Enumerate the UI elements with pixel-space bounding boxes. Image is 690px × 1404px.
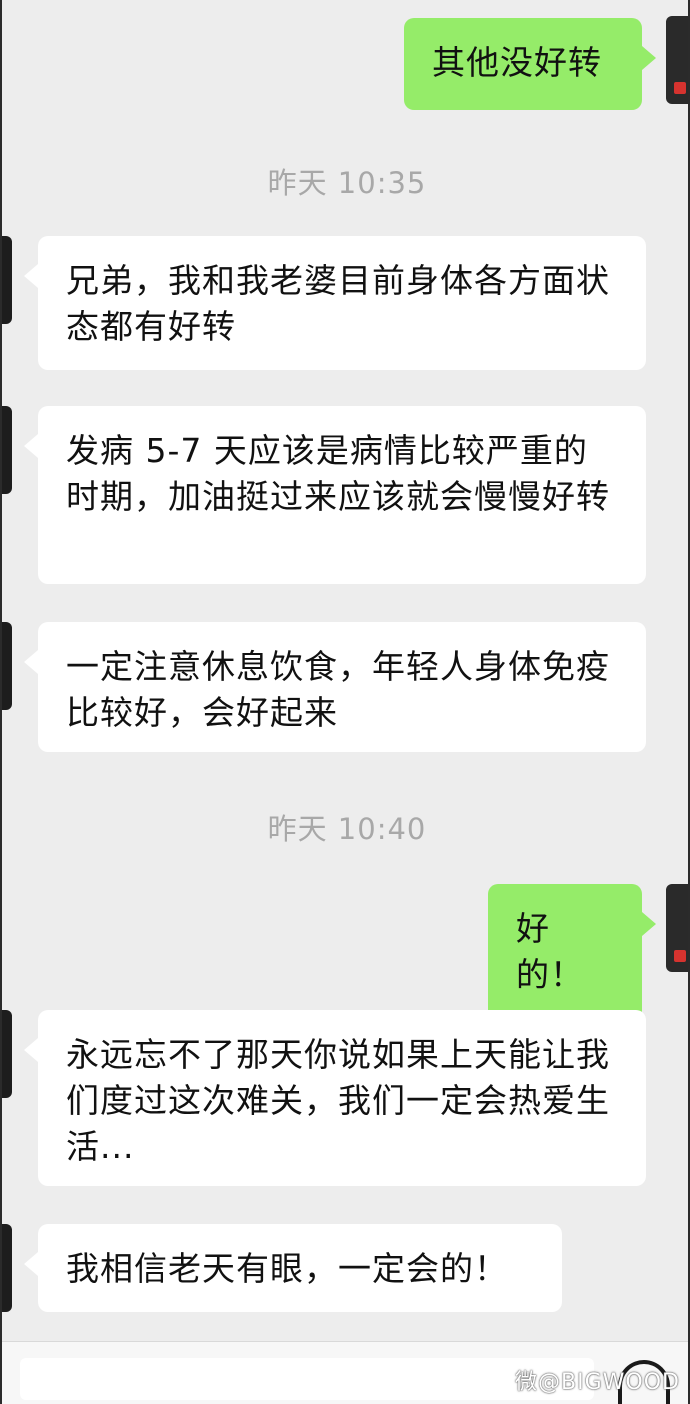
- message-bubble-outgoing[interactable]: 其他没好转: [404, 18, 656, 110]
- timestamp: 昨天 10:40: [267, 812, 427, 846]
- message-text: 好的！: [516, 909, 584, 994]
- message-text: 其他没好转: [432, 43, 602, 82]
- message-input[interactable]: [20, 1358, 594, 1400]
- message-bubble-outgoing[interactable]: 好的！: [488, 884, 656, 1022]
- contact-avatar[interactable]: [2, 1224, 12, 1312]
- watermark: 微@BIGWOOD: [515, 1370, 680, 1395]
- message-bubble-incoming[interactable]: 永远忘不了那天你说如果上天能让我们度过这次难关，我们一定会热爱生活...: [24, 1010, 646, 1186]
- message-bubble-incoming[interactable]: 一定注意休息饮食，年轻人身体免疫比较好，会好起来: [24, 622, 646, 752]
- message-bubble-incoming[interactable]: 发病 5-7 天应该是病情比较严重的时期，加油挺过来应该就会慢慢好转: [24, 406, 646, 584]
- contact-avatar[interactable]: [2, 406, 12, 494]
- my-avatar[interactable]: [666, 884, 688, 972]
- message-text: 兄弟，我和我老婆目前身体各方面状态都有好转: [66, 261, 610, 346]
- contact-avatar[interactable]: [2, 1010, 12, 1098]
- contact-avatar[interactable]: [2, 622, 12, 710]
- message-text: 我相信老天有眼，一定会的！: [66, 1249, 508, 1288]
- contact-avatar[interactable]: [2, 236, 12, 324]
- message-bubble-incoming[interactable]: 兄弟，我和我老婆目前身体各方面状态都有好转: [24, 236, 646, 370]
- chat-window: 其他没好转 昨天 10:35 兄弟，我和我老婆目前身体各方面状态都有好转 发病 …: [0, 0, 690, 1404]
- timestamp: 昨天 10:35: [267, 166, 427, 200]
- message-text: 一定注意休息饮食，年轻人身体免疫比较好，会好起来: [66, 647, 610, 732]
- message-bubble-incoming[interactable]: 我相信老天有眼，一定会的！: [24, 1224, 562, 1312]
- message-text: 发病 5-7 天应该是病情比较严重的时期，加油挺过来应该就会慢慢好转: [66, 431, 610, 516]
- my-avatar[interactable]: [666, 16, 688, 104]
- message-text: 永远忘不了那天你说如果上天能让我们度过这次难关，我们一定会热爱生活...: [66, 1035, 610, 1166]
